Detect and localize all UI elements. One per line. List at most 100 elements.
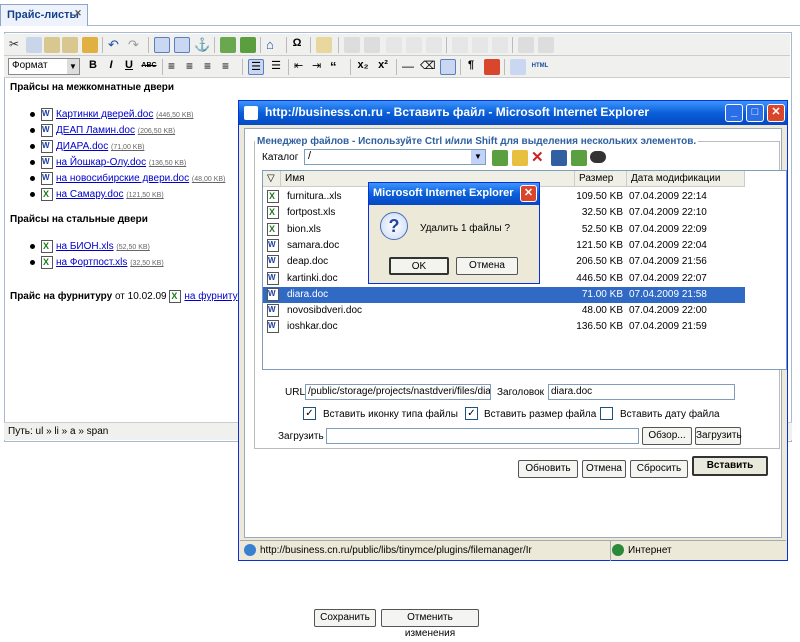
furnitura-link[interactable]: на фурниту: [184, 291, 237, 302]
align-justify-icon[interactable]: ≡: [222, 59, 238, 75]
align-right-icon[interactable]: ≡: [204, 59, 220, 75]
file-link[interactable]: Картинки дверей.doc: [56, 109, 153, 120]
delete-row-icon[interactable]: [426, 37, 442, 53]
list-item: ДЕАП Ламин.doc (206,50 KB): [30, 124, 225, 140]
omega-icon[interactable]: Ω: [290, 37, 304, 49]
unlink-icon[interactable]: [174, 37, 190, 53]
column-header-date[interactable]: Дата модификации: [627, 171, 745, 187]
insert-date-checkbox[interactable]: [600, 407, 613, 420]
file-link[interactable]: на Самару.doc: [56, 189, 124, 200]
cleanup-icon[interactable]: [82, 37, 98, 53]
col-before-icon[interactable]: [452, 37, 468, 53]
table-row[interactable]: diara.doc 71.00 KB 07.04.2009 21:58: [263, 286, 745, 303]
paste-word-icon[interactable]: [62, 37, 78, 53]
row-after-icon[interactable]: [406, 37, 422, 53]
pilcrow-icon[interactable]: ¶: [464, 59, 478, 71]
header-input[interactable]: diara.doc: [548, 384, 735, 400]
new-folder-icon[interactable]: [512, 150, 528, 166]
reset-button[interactable]: Сбросить: [630, 460, 688, 478]
browse-button[interactable]: Обзор...: [642, 427, 692, 445]
numbered-list-icon[interactable]: ☰: [268, 59, 284, 75]
insert-icon-checkbox[interactable]: ✓: [303, 407, 316, 420]
copy-icon[interactable]: [26, 37, 42, 53]
upload-file-input[interactable]: [326, 428, 639, 444]
cancel-button[interactable]: Отмена: [456, 257, 518, 275]
refresh-icon[interactable]: [571, 150, 587, 166]
word-file-icon: [267, 271, 279, 285]
table-row[interactable]: ioshkar.doc 136.50 KB 07.04.2009 21:59: [263, 319, 745, 335]
redo-icon[interactable]: ↷: [128, 37, 144, 53]
hr-icon[interactable]: —: [402, 59, 418, 75]
close-icon[interactable]: ✕: [767, 104, 785, 122]
split-cells-icon[interactable]: [518, 37, 534, 53]
superscript-button[interactable]: x²: [376, 59, 390, 71]
file-link[interactable]: на Йошкар-Олу.doc: [56, 157, 146, 168]
ok-button[interactable]: OK: [389, 257, 449, 275]
file-link[interactable]: на новосибирские двери.doc: [56, 173, 189, 184]
insert-size-checkbox[interactable]: ✓: [465, 407, 478, 420]
rename-icon[interactable]: [551, 150, 567, 166]
subscript-button[interactable]: x₂: [356, 59, 370, 71]
col-after-icon[interactable]: [472, 37, 488, 53]
paste-icon[interactable]: [44, 37, 60, 53]
minimize-icon[interactable]: _: [725, 104, 743, 122]
column-header-size[interactable]: Размер: [575, 171, 627, 187]
print-icon[interactable]: [484, 59, 500, 75]
image-icon[interactable]: [220, 37, 236, 53]
sort-icon[interactable]: ▽: [263, 171, 281, 187]
row-before-icon[interactable]: [386, 37, 402, 53]
html-button[interactable]: HTML: [530, 63, 550, 69]
maximize-icon[interactable]: □: [746, 104, 764, 122]
bold-button[interactable]: B: [86, 59, 100, 71]
insert-file-icon[interactable]: [240, 37, 256, 53]
link-icon[interactable]: [154, 37, 170, 53]
align-left-icon[interactable]: ≡: [168, 59, 184, 75]
file-name: diara.doc: [287, 288, 329, 300]
file-link[interactable]: на БИОН.xls: [56, 241, 114, 252]
save-button[interactable]: Сохранить: [314, 609, 376, 627]
format-select[interactable]: Формат ▼: [8, 58, 80, 75]
close-icon[interactable]: ✕: [73, 9, 83, 19]
upload-button[interactable]: Загрузить: [695, 427, 742, 445]
file-link[interactable]: ДИАРА.doc: [56, 141, 108, 152]
strikethrough-button[interactable]: ABC: [140, 62, 158, 69]
cancel-changes-button[interactable]: Отменить изменения: [381, 609, 479, 639]
eraser-icon[interactable]: ⌫: [420, 59, 436, 75]
excel-file-icon: [267, 222, 279, 236]
italic-button[interactable]: I: [104, 59, 118, 71]
table-row[interactable]: novosibdveri.doc 48.00 KB 07.04.2009 22:00: [263, 303, 745, 319]
blockquote-icon[interactable]: “: [330, 59, 346, 75]
tab-price-lists[interactable]: Прайс-листы ✕: [0, 4, 88, 26]
url-label: URL: [285, 387, 306, 398]
delete-col-icon[interactable]: [492, 37, 508, 53]
table-props-icon[interactable]: [364, 37, 380, 53]
home-icon[interactable]: ⌂: [266, 37, 282, 53]
anchor-icon[interactable]: ⚓: [194, 37, 210, 53]
folder-up-icon[interactable]: [492, 150, 508, 166]
file-link[interactable]: ДЕАП Ламин.doc: [56, 125, 135, 136]
table-icon[interactable]: [344, 37, 360, 53]
cut-icon[interactable]: ✂: [9, 37, 25, 53]
bullet-list-icon[interactable]: ☰: [248, 59, 264, 75]
outdent-icon[interactable]: ⇤: [294, 59, 310, 75]
refresh-button[interactable]: Обновить: [518, 460, 578, 478]
delete-icon[interactable]: ✕: [531, 148, 544, 166]
catalog-select[interactable]: / ▼: [304, 149, 486, 165]
edit-icon[interactable]: [316, 37, 332, 53]
indent-icon[interactable]: ⇥: [312, 59, 328, 75]
merge-cells-icon[interactable]: [538, 37, 554, 53]
url-input[interactable]: /public/storage/projects/nastdveri/files…: [305, 384, 491, 400]
undo-icon[interactable]: ↶: [108, 37, 124, 53]
view-icon[interactable]: [590, 151, 606, 163]
file-name: ioshkar.doc: [287, 321, 338, 333]
align-center-icon[interactable]: ≡: [186, 59, 202, 75]
visual-aid-icon[interactable]: [440, 59, 456, 75]
file-size: 52.50 KB: [581, 223, 623, 235]
underline-button[interactable]: U: [122, 59, 136, 71]
cancel-button[interactable]: Отмена: [582, 460, 626, 478]
bullet: [30, 144, 35, 149]
close-icon[interactable]: ✕: [520, 185, 537, 202]
fullscreen-icon[interactable]: [510, 59, 526, 75]
insert-button[interactable]: Вставить: [692, 456, 768, 476]
file-link[interactable]: на Фортпост.xls: [56, 257, 127, 268]
